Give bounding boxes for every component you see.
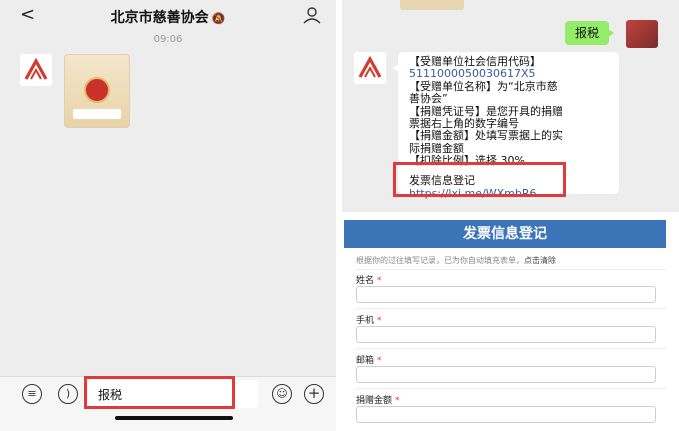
reply-panel: 报税 【受赠单位社会信用代码】 5111000050030617X5 【受赠单位… <box>342 0 679 431</box>
profile-icon[interactable] <box>302 5 322 25</box>
divider <box>356 348 666 349</box>
input-highlight-box <box>84 376 235 409</box>
voice-icon[interactable]: ) <box>58 384 78 404</box>
home-indicator <box>115 416 233 420</box>
chat-title: 北京市慈善协会 <box>110 10 209 26</box>
clear-link[interactable]: 点击清除 <box>524 256 556 265</box>
user-avatar[interactable] <box>626 20 658 48</box>
mute-icon: 🔕 <box>211 12 226 25</box>
chat-panel: < 北京市慈善协会 🔕 09:06 ≡ ) 报税 ☺ + <box>0 0 336 431</box>
sent-message-bubble[interactable]: 报税 <box>565 21 614 45</box>
reply-line: 善协会” <box>409 92 448 106</box>
email-label-text: 邮箱 <box>356 356 375 366</box>
name-label: 姓名 * <box>356 273 382 286</box>
divider <box>356 269 666 270</box>
association-avatar[interactable] <box>20 54 52 86</box>
required-mark: * <box>395 396 400 406</box>
divider <box>356 308 666 309</box>
plus-icon[interactable]: + <box>304 384 324 404</box>
divider <box>356 388 666 389</box>
name-input[interactable] <box>356 286 656 303</box>
poster-qr-graphic <box>73 109 121 119</box>
association-avatar-reply[interactable] <box>354 52 386 84</box>
required-mark: * <box>377 316 382 326</box>
autofill-notice-text: 根据你的过往填写记录，已为你自动填充表单， <box>356 256 524 265</box>
association-logo-icon <box>358 55 382 78</box>
autofill-notice: 根据你的过往填写记录，已为你自动填充表单，点击清除 <box>356 255 556 266</box>
required-mark: * <box>377 276 382 286</box>
donation-amount-label-text: 捐赠金额 <box>356 396 393 406</box>
name-label-text: 姓名 <box>356 276 375 286</box>
form-header: 发票信息登记 <box>344 220 666 248</box>
invoice-registration-form: 发票信息登记 根据你的过往填写记录，已为你自动填充表单，点击清除 姓名 * 手机 *… <box>342 212 679 431</box>
email-input[interactable] <box>356 366 656 383</box>
donation-amount-label: 捐赠金额 * <box>356 393 400 406</box>
email-label: 邮箱 * <box>356 353 382 366</box>
reply-line-credit-code: 5111000050030617X5 <box>409 67 536 81</box>
poster-header-graphic <box>71 59 123 69</box>
menu-icon[interactable]: ≡ <box>22 384 42 404</box>
donation-amount-input[interactable] <box>356 406 656 423</box>
link-highlight-box <box>393 162 566 197</box>
required-mark: * <box>377 356 382 366</box>
message-timestamp: 09:06 <box>153 34 183 45</box>
phone-input[interactable] <box>356 326 656 343</box>
association-logo-icon <box>24 57 48 80</box>
emoji-icon[interactable]: ☺ <box>272 384 292 404</box>
poster-image[interactable] <box>64 54 130 128</box>
previous-image-edge <box>400 0 464 10</box>
chat-title-area: 北京市慈善协会 🔕 <box>0 7 336 27</box>
reply-line: 【捐赠金额】处填写票据上的实 <box>409 129 563 143</box>
poster-emblem-graphic <box>84 77 110 103</box>
chat-top-bar: < 北京市慈善协会 🔕 <box>0 0 336 34</box>
phone-label-text: 手机 <box>356 316 375 326</box>
phone-label: 手机 * <box>356 313 382 326</box>
